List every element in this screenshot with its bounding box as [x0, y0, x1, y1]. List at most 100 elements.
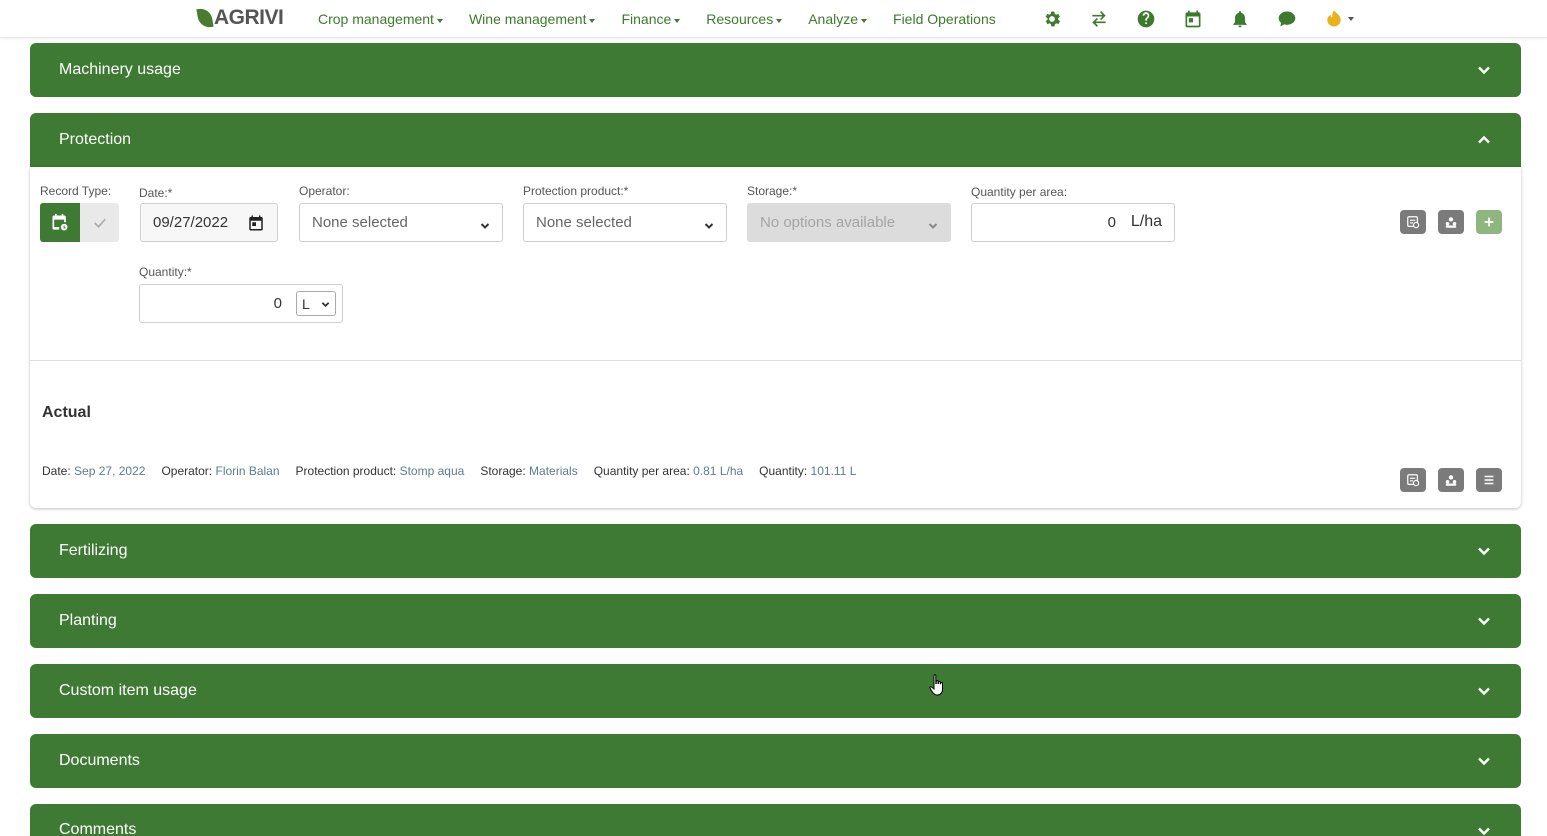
- actual-quantity: Quantity: 101.11 L: [759, 464, 857, 478]
- section-custom-item-usage[interactable]: Custom item usage: [30, 664, 1521, 718]
- agrivi-logo[interactable]: AGRIVI: [196, 6, 284, 30]
- quantity-per-area-unit: L/ha: [1130, 213, 1162, 230]
- chevron-down-icon: [1477, 754, 1491, 768]
- actual-operator: Operator: Florin Balan: [161, 464, 280, 478]
- calendar-icon[interactable]: [247, 214, 265, 232]
- calendar-clock-icon: [52, 213, 68, 230]
- logo-text: AGRIVI: [214, 6, 284, 29]
- storage-value: No options available: [760, 214, 896, 231]
- assign-operators-button[interactable]: [1438, 210, 1464, 234]
- caret-down-icon: [589, 18, 596, 23]
- section-title: Documents: [59, 752, 140, 769]
- swap-icon[interactable]: [1087, 7, 1111, 31]
- date-value: 09/27/2022: [153, 214, 229, 231]
- section-machinery-usage[interactable]: Machinery usage: [30, 43, 1521, 97]
- help-icon[interactable]: [1134, 7, 1158, 31]
- chevron-down-icon: [1477, 614, 1491, 628]
- leaf-icon: [196, 6, 214, 30]
- actual-assign-operators-button[interactable]: [1438, 468, 1464, 492]
- chevron-down-icon: [1477, 544, 1491, 558]
- actual-planned-record-button[interactable]: [1400, 468, 1426, 492]
- operator-value: None selected: [312, 214, 408, 231]
- chevron-up-icon: [1477, 133, 1491, 147]
- chevron-down-icon: [928, 218, 938, 229]
- check-icon: [93, 218, 106, 228]
- top-navbar: AGRIVI Crop management Wine management F…: [0, 0, 1547, 38]
- list-clock-icon: [1407, 474, 1420, 487]
- protection-product-value: None selected: [536, 214, 632, 231]
- section-title: Protection: [59, 131, 132, 148]
- section-protection[interactable]: Protection: [30, 113, 1521, 167]
- caret-down-icon: [674, 18, 681, 23]
- chevron-down-icon: [704, 218, 714, 229]
- actual-quantity-per-area: Quantity per area: 0.81 L/ha: [593, 464, 744, 478]
- storage-label: Storage:*: [747, 184, 798, 198]
- calendar-icon[interactable]: [1181, 7, 1205, 31]
- section-documents[interactable]: Documents: [30, 734, 1521, 788]
- section-divider: [30, 360, 1521, 361]
- protection-product-label: Protection product:*: [523, 184, 629, 198]
- quantity-per-area-label: Quantity per area:: [971, 185, 1068, 199]
- protection-product-select[interactable]: None selected: [523, 203, 727, 242]
- menu-finance[interactable]: Finance: [621, 11, 681, 27]
- planned-record-button[interactable]: [1400, 210, 1426, 234]
- caret-down-icon: [776, 18, 783, 23]
- record-type-label: Record Type:: [40, 184, 112, 198]
- actual-protection-product: Protection product: Stomp aqua: [295, 464, 465, 478]
- operator-select[interactable]: None selected: [299, 203, 503, 242]
- bell-icon[interactable]: [1228, 7, 1252, 31]
- record-type-planned-button[interactable]: [40, 203, 80, 242]
- hand-cursor-icon: [929, 674, 943, 696]
- section-planting[interactable]: Planting: [30, 594, 1521, 648]
- quantity-unit-value: L: [302, 295, 310, 312]
- quantity-label: Quantity:*: [139, 265, 192, 279]
- plus-icon: [1484, 217, 1494, 227]
- chevron-down-icon: [480, 218, 490, 229]
- section-title: Machinery usage: [59, 61, 181, 78]
- protection-panel: Record Type: Date:* 09/27/2022 Operator:…: [30, 167, 1521, 508]
- caret-down-icon: [861, 18, 868, 23]
- main-menu: Crop management Wine management Finance …: [318, 0, 1022, 38]
- section-title: Custom item usage: [59, 682, 197, 699]
- date-field[interactable]: 09/27/2022: [140, 203, 278, 242]
- chevron-down-icon: [1477, 684, 1491, 698]
- menu-analyze[interactable]: Analyze: [808, 11, 868, 27]
- quantity-per-area-input[interactable]: 0 L/ha: [971, 203, 1175, 242]
- section-title: Planting: [59, 612, 117, 629]
- users-icon: [1445, 217, 1457, 228]
- menu-wine-management[interactable]: Wine management: [469, 11, 596, 27]
- users-icon: [1445, 475, 1457, 486]
- chat-icon[interactable]: [1275, 7, 1299, 31]
- quantity-input[interactable]: 0 L: [139, 284, 343, 323]
- chevron-down-icon: [321, 302, 330, 308]
- section-comments[interactable]: Comments: [30, 804, 1521, 836]
- hamburger-menu-icon: [1484, 475, 1494, 485]
- list-clock-icon: [1407, 216, 1420, 229]
- date-label: Date:*: [139, 186, 173, 200]
- section-title: Comments: [59, 821, 137, 836]
- quantity-value: 0: [273, 295, 282, 312]
- add-row-button[interactable]: [1476, 210, 1502, 234]
- actual-record-row: Date: Sep 27, 2022 Operator: Florin Bala…: [42, 464, 872, 478]
- gear-icon[interactable]: [1040, 7, 1064, 31]
- storage-select[interactable]: No options available: [747, 203, 951, 242]
- nav-icon-bar: [1040, 7, 1379, 31]
- section-title: Fertilizing: [59, 542, 128, 559]
- caret-down-icon: [436, 18, 443, 23]
- actual-date: Date: Sep 27, 2022: [42, 464, 146, 478]
- actual-title: Actual: [42, 404, 91, 421]
- chevron-down-icon: [1477, 63, 1491, 77]
- actual-menu-button[interactable]: [1476, 468, 1502, 492]
- menu-resources[interactable]: Resources: [706, 11, 783, 27]
- quantity-per-area-value: 0: [1107, 214, 1116, 231]
- operator-label: Operator:: [299, 184, 350, 198]
- caret-down-icon: [1348, 17, 1354, 21]
- quantity-unit-select[interactable]: L: [296, 291, 336, 316]
- menu-field-operations[interactable]: Field Operations: [893, 11, 996, 27]
- menu-crop-management[interactable]: Crop management: [318, 11, 443, 27]
- actual-storage: Storage: Materials: [480, 464, 578, 478]
- user-icon[interactable]: [1322, 7, 1356, 31]
- record-type-actual-button[interactable]: [80, 203, 119, 242]
- section-fertilizing[interactable]: Fertilizing: [30, 524, 1521, 578]
- chevron-down-icon: [1477, 824, 1491, 836]
